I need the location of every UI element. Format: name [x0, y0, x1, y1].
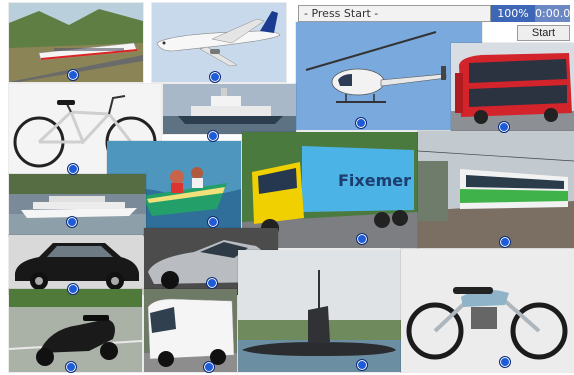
scooter-image — [9, 289, 142, 372]
submarine-tile[interactable] — [238, 250, 401, 372]
airplane-marker[interactable] — [209, 71, 221, 83]
sports-car-marker[interactable] — [206, 277, 218, 289]
svg-text:Fixemer: Fixemer — [338, 171, 411, 190]
status-text: - Press Start - — [298, 5, 491, 22]
speedboat-marker[interactable] — [207, 216, 219, 228]
bus-tile[interactable] — [451, 43, 574, 131]
tram-marker[interactable] — [499, 236, 511, 248]
train-marker[interactable] — [67, 69, 79, 81]
ferry-tile[interactable] — [163, 84, 296, 134]
scooter-tile[interactable] — [9, 289, 142, 372]
bus-marker[interactable] — [498, 121, 510, 133]
tram-tile[interactable] — [418, 131, 574, 248]
cruise-ship-tile[interactable] — [9, 174, 146, 236]
airplane-tile[interactable] — [152, 3, 286, 82]
progress-indicator: 100% — [491, 5, 535, 22]
helicopter-marker[interactable] — [355, 117, 367, 129]
taxi-marker[interactable] — [67, 283, 79, 295]
bus-image — [451, 43, 574, 131]
van-image — [144, 289, 237, 372]
timer-display: 0:00.0 — [535, 5, 571, 22]
ferry-marker[interactable] — [207, 130, 219, 142]
truck-marker[interactable] — [356, 233, 368, 245]
motorcycle-tile[interactable] — [401, 249, 574, 372]
airplane-image — [152, 3, 286, 82]
cruise-ship-marker[interactable] — [66, 216, 78, 228]
tram-image — [418, 131, 574, 248]
motorcycle-marker[interactable] — [499, 356, 511, 368]
scooter-marker[interactable] — [65, 361, 77, 373]
bicycle-marker[interactable] — [67, 163, 79, 175]
cruise-ship-image — [9, 174, 146, 236]
start-button[interactable]: Start — [517, 25, 570, 41]
status-bar: - Press Start - 100% 0:00.0 — [298, 5, 570, 22]
van-tile[interactable] — [144, 289, 237, 372]
submarine-image — [238, 250, 401, 372]
submarine-marker[interactable] — [356, 359, 368, 371]
ferry-image — [163, 84, 296, 134]
van-marker[interactable] — [203, 361, 215, 373]
motorcycle-image — [401, 249, 574, 372]
